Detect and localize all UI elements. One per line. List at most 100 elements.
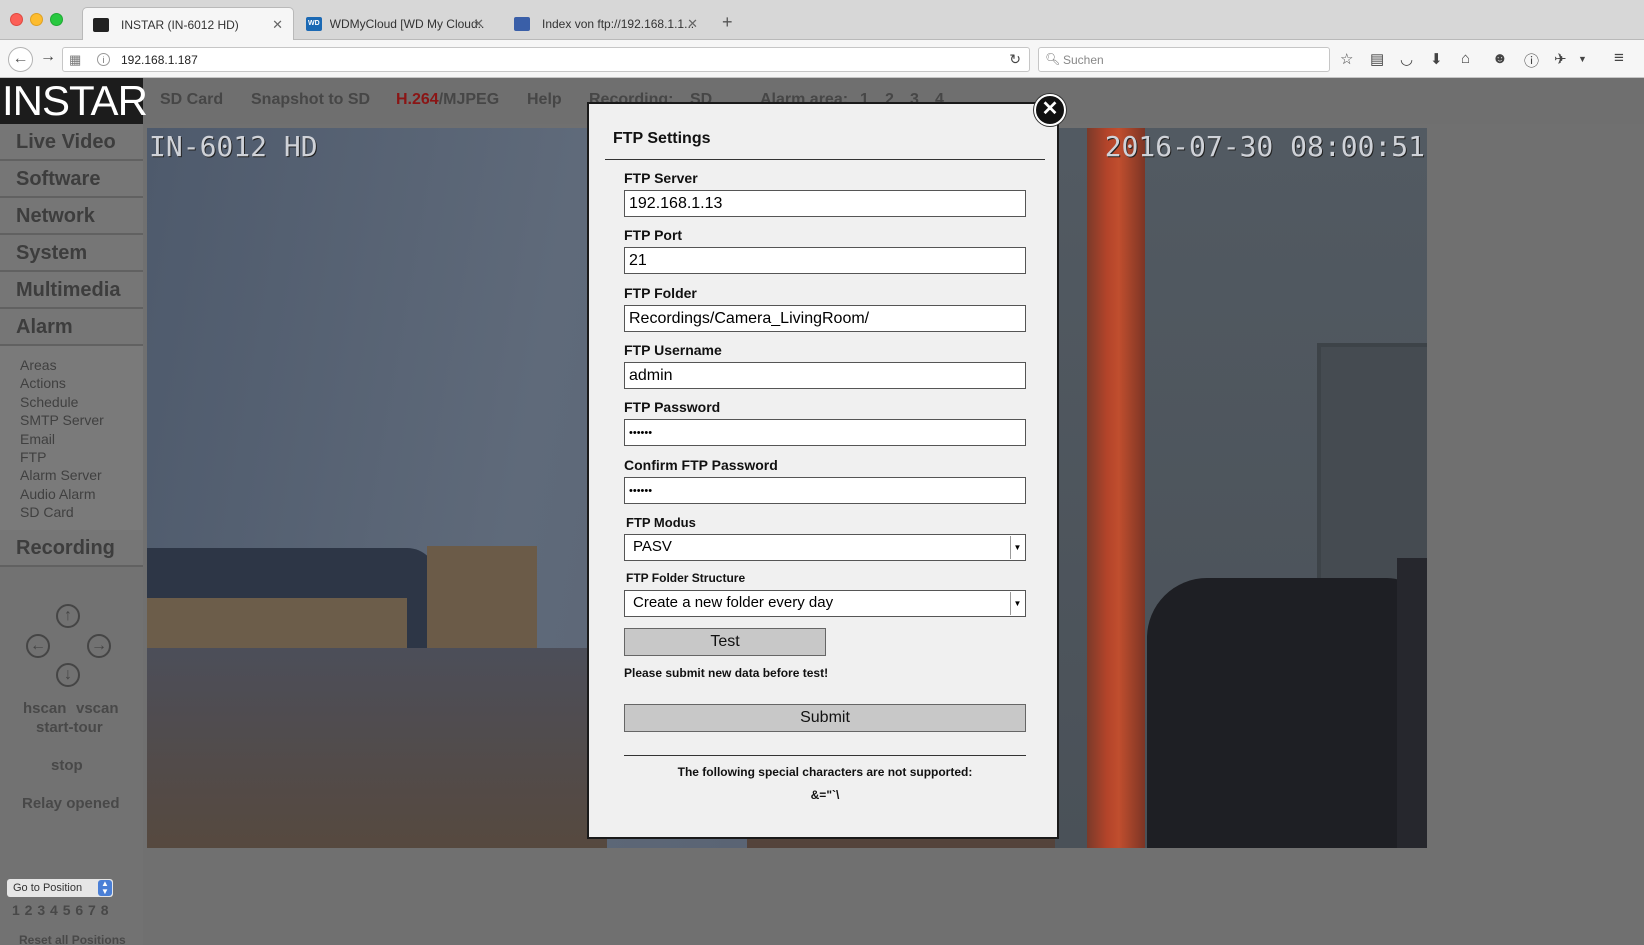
window-close-button[interactable] bbox=[10, 13, 23, 26]
close-tab-icon[interactable]: ✕ bbox=[272, 17, 283, 33]
start-tour-button[interactable]: start-tour bbox=[36, 719, 103, 736]
alarm-submenu: Areas Actions Schedule SMTP Server Email… bbox=[0, 346, 143, 530]
info-icon[interactable]: i bbox=[97, 53, 110, 66]
dialog-title: FTP Settings bbox=[613, 130, 711, 147]
sidebar-item-network[interactable]: Network bbox=[0, 198, 143, 235]
submenu-alarm-server[interactable]: Alarm Server bbox=[20, 466, 143, 484]
close-dialog-icon[interactable]: ✕ bbox=[1034, 94, 1066, 126]
search-icon: 🔍︎ bbox=[1045, 52, 1061, 66]
submit-button[interactable]: Submit bbox=[624, 704, 1026, 732]
browser-toolbar: ← → ▦ i 192.168.1.187 ↻ 🔍︎ Suchen ☆ ▤ ◡ … bbox=[0, 40, 1644, 78]
confirm-password-input[interactable] bbox=[624, 477, 1026, 504]
window-minimize-button[interactable] bbox=[30, 13, 43, 26]
page-icon: ▦ bbox=[69, 52, 82, 67]
extension-icon[interactable]: ✈ bbox=[1554, 50, 1567, 68]
reading-list-icon[interactable]: ▤ bbox=[1370, 50, 1384, 68]
position-numbers[interactable]: 1 2 3 4 5 6 7 8 bbox=[12, 902, 109, 918]
addon-info-icon[interactable]: ⓘ bbox=[1524, 50, 1539, 71]
test-button[interactable]: Test bbox=[624, 628, 826, 656]
sidebar-item-live-video[interactable]: Live Video bbox=[0, 124, 143, 161]
select-arrows-icon: ▲ ▼ bbox=[98, 880, 112, 896]
reload-icon[interactable]: ↻ bbox=[1009, 51, 1021, 68]
submenu-areas[interactable]: Areas bbox=[20, 356, 143, 374]
sidebar: Live Video Software Network System Multi… bbox=[0, 124, 143, 945]
chat-icon[interactable]: ☻ bbox=[1492, 50, 1508, 67]
url-bar[interactable]: ▦ i 192.168.1.187 ↻ bbox=[62, 47, 1030, 72]
ftp-password-label: FTP Password bbox=[624, 399, 721, 415]
sidebar-item-recording[interactable]: Recording bbox=[0, 529, 143, 567]
tab-label: Index von ftp://192.168.1.1... bbox=[542, 16, 695, 31]
ftp-username-input[interactable] bbox=[624, 362, 1026, 389]
pan-right-icon[interactable]: → bbox=[87, 634, 111, 658]
search-placeholder: Suchen bbox=[1063, 53, 1104, 67]
pocket-icon[interactable]: ◡ bbox=[1400, 50, 1413, 68]
ftp-modus-label: FTP Modus bbox=[626, 515, 696, 530]
dropdown-arrow-icon: ▼ bbox=[1010, 592, 1024, 615]
forward-button[interactable]: → bbox=[40, 48, 56, 66]
back-button[interactable]: ← bbox=[8, 47, 33, 72]
pan-left-icon[interactable]: ← bbox=[26, 634, 50, 658]
vscan-button[interactable]: vscan bbox=[76, 700, 119, 717]
tab-instar[interactable]: INSTAR (IN-6012 HD) ✕ bbox=[82, 7, 294, 41]
stop-button[interactable]: stop bbox=[51, 757, 83, 774]
home-icon[interactable]: ⌂ bbox=[1461, 50, 1470, 67]
sidebar-item-multimedia[interactable]: Multimedia bbox=[0, 272, 143, 309]
close-tab-icon[interactable]: ✕ bbox=[687, 16, 698, 32]
unsupported-characters-list: &="`\ bbox=[810, 788, 840, 802]
window-zoom-button[interactable] bbox=[50, 13, 63, 26]
ftp-settings-dialog: FTP Settings FTP Server FTP Port FTP Fol… bbox=[587, 102, 1059, 839]
instar-logo: INSTAR bbox=[0, 77, 148, 124]
extension-dropdown-icon[interactable]: ▼ bbox=[1578, 54, 1587, 64]
submenu-actions[interactable]: Actions bbox=[20, 374, 143, 392]
ftp-server-input[interactable] bbox=[624, 190, 1026, 217]
sidebar-item-system[interactable]: System bbox=[0, 235, 143, 272]
ftp-favicon-icon bbox=[514, 16, 530, 31]
tab-ftp-index[interactable]: Index von ftp://192.168.1.1... ✕ bbox=[504, 7, 708, 40]
timestamp-overlay: 2016-07-30 08:00:51 bbox=[1104, 130, 1425, 163]
bookmark-star-icon[interactable]: ☆ bbox=[1340, 50, 1353, 68]
video-scene-pillar bbox=[1087, 128, 1145, 848]
reset-positions-button[interactable]: Reset all Positions bbox=[19, 933, 126, 945]
ftp-folder-input[interactable] bbox=[624, 305, 1026, 332]
ftp-password-input[interactable] bbox=[624, 419, 1026, 446]
nav-help[interactable]: Help bbox=[527, 91, 562, 109]
url-text[interactable]: 192.168.1.187 bbox=[121, 53, 198, 67]
menu-hamburger-icon[interactable]: ≡ bbox=[1614, 48, 1624, 68]
footer-divider bbox=[624, 755, 1026, 756]
sidebar-item-alarm[interactable]: Alarm bbox=[0, 309, 143, 346]
goto-position-label: Go to Position bbox=[13, 882, 83, 894]
close-tab-icon[interactable]: ✕ bbox=[473, 16, 484, 32]
submenu-sd-card[interactable]: SD Card bbox=[20, 503, 143, 521]
submenu-schedule[interactable]: Schedule bbox=[20, 393, 143, 411]
nav-snapshot-to-sd[interactable]: Snapshot to SD bbox=[251, 91, 370, 109]
nav-sd-card[interactable]: SD Card bbox=[160, 91, 223, 109]
goto-position-select[interactable]: Go to Position ▲ ▼ bbox=[7, 879, 113, 897]
ftp-folder-label: FTP Folder bbox=[624, 285, 697, 301]
ftp-port-input[interactable] bbox=[624, 247, 1026, 274]
nav-h264[interactable]: H.264 bbox=[396, 91, 439, 108]
folder-structure-label: FTP Folder Structure bbox=[626, 571, 746, 585]
new-tab-button[interactable]: + bbox=[722, 12, 733, 33]
tab-label: WDMyCloud [WD My Cloud... bbox=[329, 16, 484, 31]
hscan-button[interactable]: hscan bbox=[23, 700, 66, 717]
search-bar[interactable]: 🔍︎ Suchen bbox=[1038, 47, 1330, 72]
sidebar-item-software[interactable]: Software bbox=[0, 161, 143, 198]
nav-stream-format[interactable]: H.264/MJPEG bbox=[396, 91, 499, 109]
nav-mjpeg[interactable]: /MJPEG bbox=[439, 91, 499, 108]
browser-tab-strip: INSTAR (IN-6012 HD) ✕ WD WDMyCloud [WD M… bbox=[0, 0, 1644, 41]
submenu-audio-alarm[interactable]: Audio Alarm bbox=[20, 485, 143, 503]
submenu-ftp[interactable]: FTP bbox=[20, 448, 143, 466]
ftp-port-label: FTP Port bbox=[624, 227, 683, 243]
submenu-email[interactable]: Email bbox=[20, 430, 143, 448]
pan-down-icon[interactable]: ↓ bbox=[56, 663, 80, 687]
folder-structure-value: Create a new folder every day bbox=[633, 594, 834, 611]
ftp-modus-select[interactable]: PASV ▼ bbox=[624, 534, 1026, 561]
tab-wdmycloud[interactable]: WD WDMyCloud [WD My Cloud... ✕ bbox=[296, 7, 494, 40]
wd-favicon-icon: WD bbox=[306, 16, 322, 31]
pan-up-icon[interactable]: ↑ bbox=[56, 604, 80, 628]
download-icon[interactable]: ⬇ bbox=[1430, 50, 1443, 68]
video-scene-chair-back bbox=[1397, 558, 1427, 848]
folder-structure-select[interactable]: Create a new folder every day ▼ bbox=[624, 590, 1026, 617]
relay-status[interactable]: Relay opened bbox=[22, 795, 120, 812]
submenu-smtp-server[interactable]: SMTP Server bbox=[20, 411, 143, 429]
